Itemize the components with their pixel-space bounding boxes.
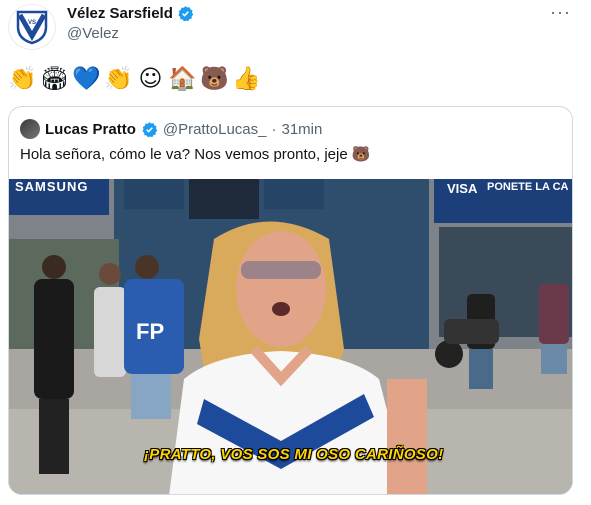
quoted-tweet-header: Lucas Pratto @PrattoLucas_ · 31min	[20, 119, 322, 139]
quoted-tweet-text: Hola señora, cómo le va? Nos vemos pront…	[20, 146, 371, 163]
quoted-author-avatar[interactable]	[20, 119, 40, 139]
tweet-emoji-text: 👏 🏟 💙 👏 ☺ 🏠 🐻 👍	[8, 64, 261, 94]
thumbs-up-emoji: 👍	[232, 66, 261, 92]
quoted-tweet[interactable]: Lucas Pratto @PrattoLucas_ · 31min Hola …	[8, 106, 573, 495]
clap-emoji: 👏	[104, 66, 133, 92]
velez-avatar[interactable]: VS	[8, 4, 56, 50]
quoted-timestamp[interactable]: 31min	[281, 121, 322, 138]
house-emoji: 🏠	[168, 66, 197, 92]
samsung-sign: SAMSUNG	[15, 179, 89, 194]
stadium-emoji: 🏟	[40, 66, 70, 92]
quoted-author-handle[interactable]: @PrattoLucas_	[163, 121, 267, 138]
more-options-button[interactable]: ···	[550, 2, 571, 23]
quoted-author-name[interactable]: Lucas Pratto	[45, 121, 136, 138]
blue-heart-emoji: 💙	[72, 66, 101, 92]
velez-shield-icon: VS	[16, 10, 48, 45]
quoted-separator: ·	[271, 120, 277, 138]
svg-text:VS: VS	[28, 20, 36, 26]
author-name[interactable]: Vélez Sarsfield	[67, 5, 194, 22]
clap-emoji: 👏	[8, 66, 37, 92]
verified-badge-icon	[142, 121, 158, 137]
verified-badge-icon	[178, 6, 194, 22]
smiling-emoji: ☺	[138, 66, 163, 92]
author-handle[interactable]: @Velez	[67, 25, 119, 42]
author-name-text[interactable]: Vélez Sarsfield	[67, 5, 173, 22]
shirt-initials: FP	[136, 319, 165, 344]
ponete-sign: PONETE LA CA	[487, 181, 569, 193]
visa-sign: VISA	[447, 181, 478, 196]
tweet: VS Vélez Sarsfield @Velez ··· 👏 🏟 💙 👏 ☺ …	[0, 0, 591, 505]
video-caption: ¡PRATTO, VOS SOS MI OSO CARIÑOSO!	[144, 446, 444, 463]
bear-emoji: 🐻	[200, 66, 229, 92]
quoted-media-image[interactable]: SAMSUNG VISA PONETE LA CA FP ¡PRATTO, VO…	[9, 179, 572, 494]
